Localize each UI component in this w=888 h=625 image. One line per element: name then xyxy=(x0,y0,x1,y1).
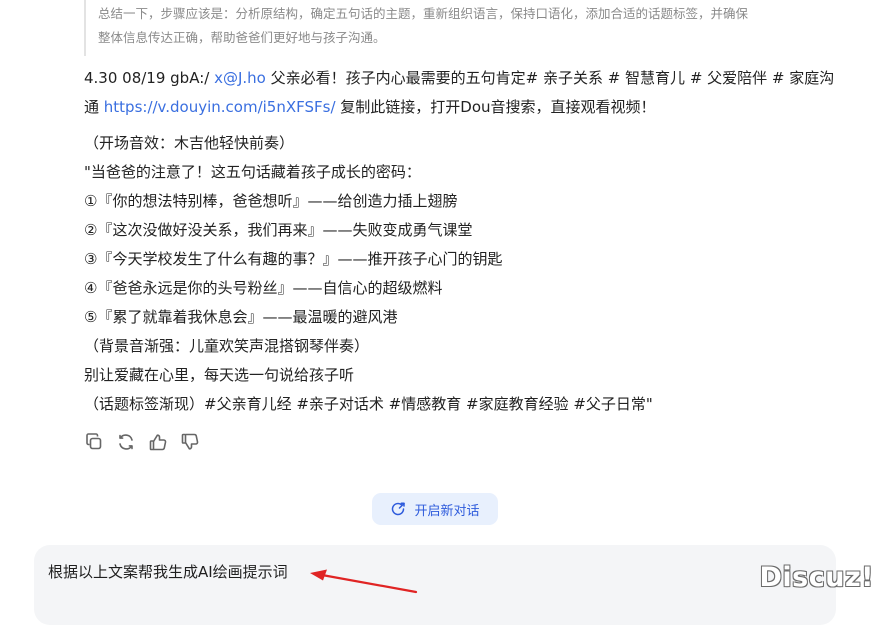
message-line: ①『你的想法特别棒，爸爸想听』——给创造力插上翅膀 xyxy=(84,192,458,210)
assistant-message: 4.30 08/19 gbA:/ x@J.ho 父亲必看！孩子内心最需要的五句肯… xyxy=(84,64,844,419)
chat-input-box[interactable] xyxy=(34,545,836,625)
message-actions xyxy=(84,432,200,452)
new-chat-label: 开启新对话 xyxy=(414,503,480,519)
copy-icon[interactable] xyxy=(84,432,104,452)
regenerate-icon[interactable] xyxy=(116,432,136,452)
quote-line: 总结一下，步骤应该是：分析原结构，确定五句话的主题，重新组织语言，保持口语化，添… xyxy=(98,6,749,21)
red-arrow-annotation xyxy=(310,569,418,594)
quote-line: 整体信息传达正确，帮助爸爸们更好地与孩子沟通。 xyxy=(98,30,386,45)
new-chat-icon xyxy=(390,501,406,517)
header-link-handle[interactable]: x@J.ho xyxy=(214,69,266,87)
header-suffix: 复制此链接，打开Dou音搜索，直接观看视频！ xyxy=(335,98,656,116)
chat-input-text[interactable]: 根据以上文案帮我生成AI绘画提示词 xyxy=(48,561,288,582)
header-prefix: 4.30 08/19 gbA:/ xyxy=(84,69,215,87)
message-line: （开场音效：木吉他轻快前奏） xyxy=(84,134,295,152)
new-chat-button[interactable]: 开启新对话 xyxy=(372,493,498,525)
message-line: （背景音渐强：儿童欢笑声混搭钢琴伴奏） xyxy=(84,337,370,355)
message-line: 别让爱藏在心里，每天选一句说给孩子听 xyxy=(84,366,355,384)
message-line: ④『爸爸永远是你的头号粉丝』——自信心的超级燃料 xyxy=(84,279,443,297)
thumbs-down-icon[interactable] xyxy=(180,432,200,452)
header-link-url[interactable]: https://v.douyin.com/i5nXFSFs/ xyxy=(104,98,336,116)
message-line: "当爸爸的注意了！这五句话藏着孩子成长的密码： xyxy=(84,163,421,181)
reasoning-quote: 总结一下，步骤应该是：分析原结构，确定五句话的主题，重新组织语言，保持口语化，添… xyxy=(84,0,844,56)
message-line: ②『这次没做好没关系，我们再来』——失败变成勇气课堂 xyxy=(84,221,473,239)
message-line: ⑤『累了就靠着我休息会』——最温暖的避风港 xyxy=(84,308,398,326)
message-line: （话题标签渐现）#父亲育儿经 #亲子对话术 #情感教育 #家庭教育经验 #父子日… xyxy=(84,395,653,413)
discuz-watermark: Discuz! xyxy=(759,562,874,593)
message-line: ③『今天学校发生了什么有趣的事？』——推开孩子心门的钥匙 xyxy=(84,250,503,268)
thumbs-up-icon[interactable] xyxy=(148,432,168,452)
message-header: 4.30 08/19 gbA:/ x@J.ho 父亲必看！孩子内心最需要的五句肯… xyxy=(84,64,844,122)
